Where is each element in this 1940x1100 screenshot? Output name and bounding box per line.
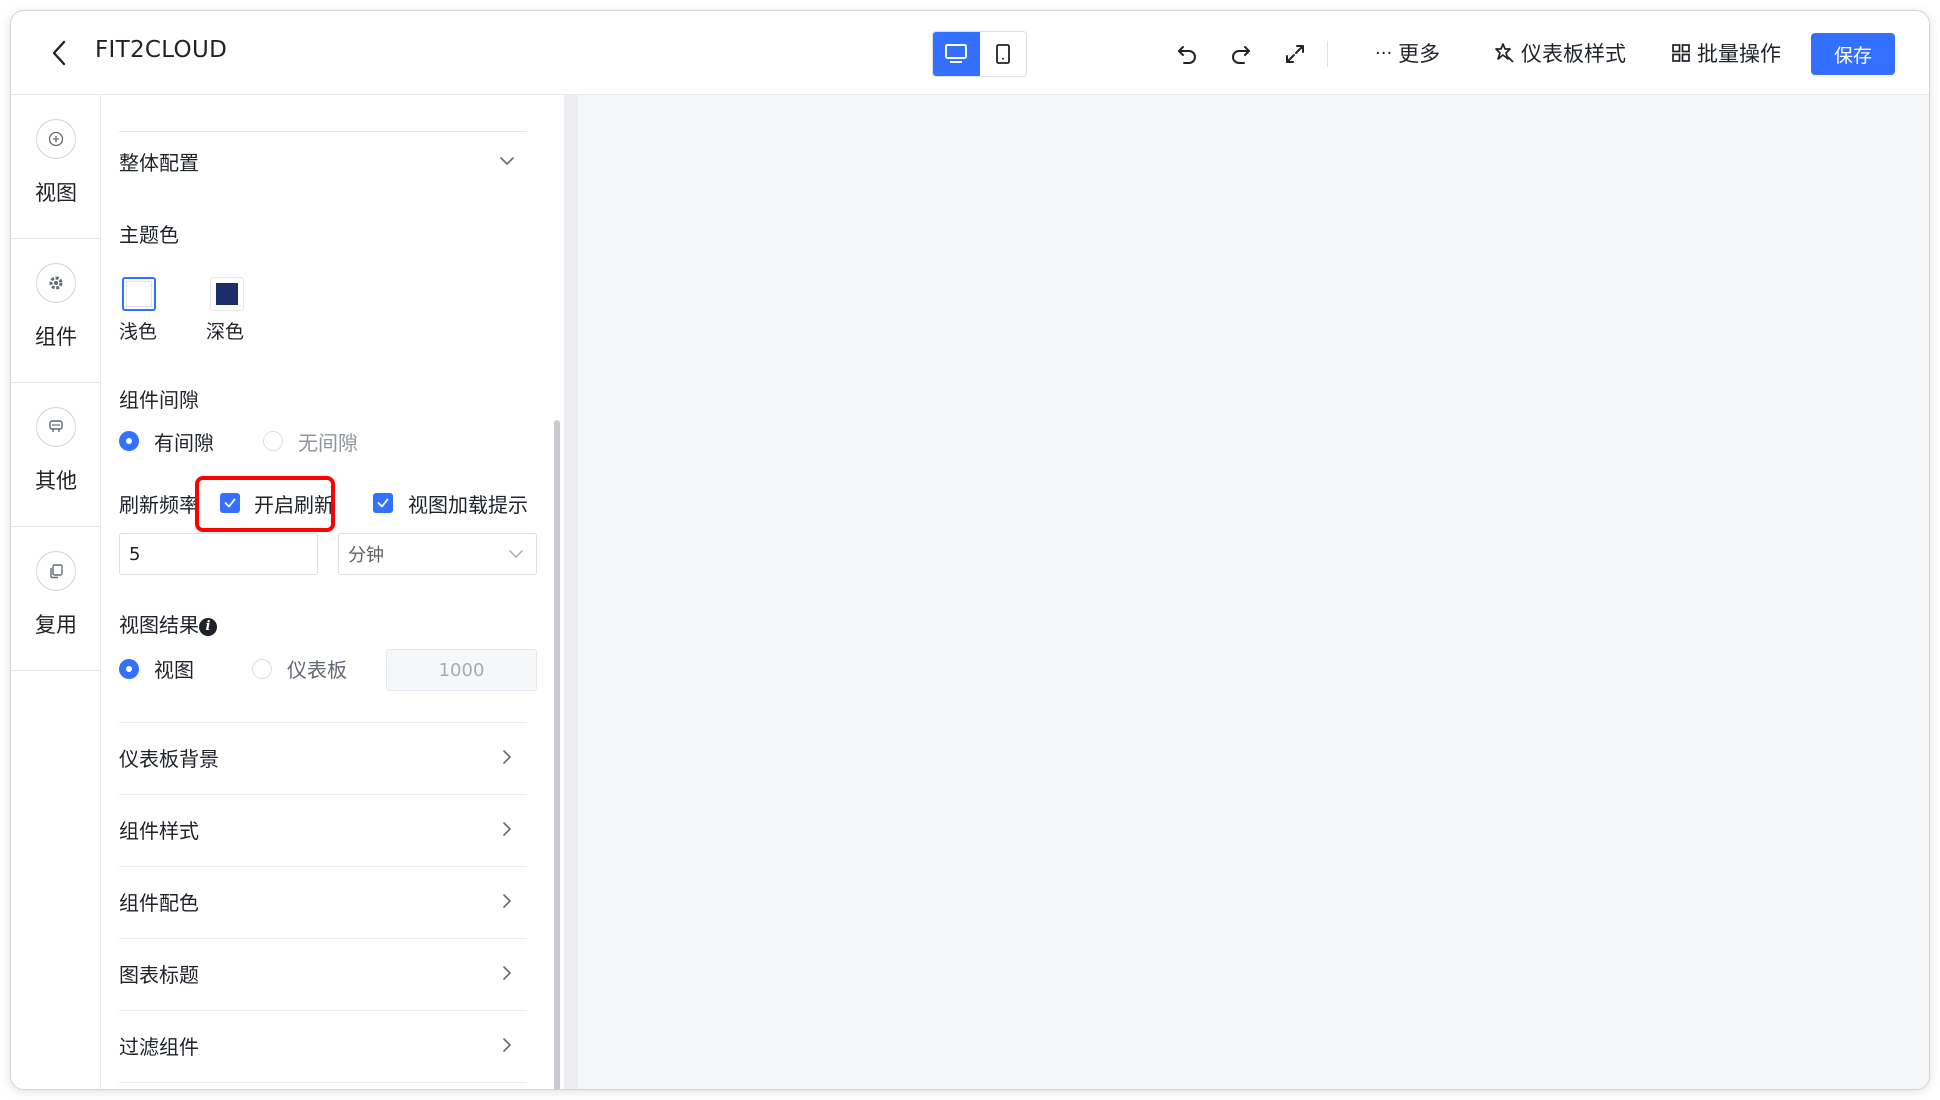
monitor-icon [945,44,968,63]
left-sidebar: 视图 组件 其他 复用 [11,95,101,1089]
config-panel: 整体配置 主题色 浅色 深色 组件间隙 有间隙 无间隙 刷新频率 开启刷新 视图… [102,95,562,1089]
mobile-mode-button[interactable] [980,32,1027,76]
theme-light-label: 浅色 [119,321,158,343]
gap-on-label[interactable]: 有间隙 [154,427,214,456]
more-dots-icon: ··· [1375,42,1393,64]
canvas-edge [564,95,578,1089]
device-mode-toggle [932,31,1027,77]
sidebar-item-label: 视图 [35,181,77,205]
chevron-right-icon[interactable] [497,819,517,839]
more-label: 更多 [1398,42,1441,66]
result-dashboard-label[interactable]: 仪表板 [287,654,347,683]
section-dashboard-background[interactable]: 仪表板背景 [119,743,219,772]
info-icon[interactable]: i [199,617,217,636]
theme-dark-swatch[interactable] [210,277,244,311]
section-filter-component[interactable]: 过滤组件 [119,1031,199,1060]
dashboard-style-button[interactable]: 仪表板样式 [1493,38,1626,68]
result-view-label[interactable]: 视图 [154,654,194,683]
check-icon [377,498,389,508]
divider [119,131,527,132]
result-view-radio[interactable] [119,659,139,679]
magic-wand-icon [1495,43,1514,63]
divider [119,866,527,867]
chevron-down-icon[interactable] [497,151,517,171]
expand-icon [1286,45,1304,63]
desktop-mode-button[interactable] [933,32,980,76]
chevron-right-icon[interactable] [497,891,517,911]
gap-off-radio[interactable] [263,431,283,451]
view-loading-hint-label[interactable]: 视图加载提示 [408,489,528,518]
sidebar-item-view[interactable]: 视图 [11,95,101,239]
chevron-right-icon[interactable] [497,1035,517,1055]
copy-icon [36,551,76,591]
theme-dark-label: 深色 [206,321,245,343]
sidebar-item-component[interactable]: 组件 [11,239,101,383]
divider [119,794,527,795]
theme-light-swatch[interactable] [122,277,156,311]
grid-icon [1672,44,1690,62]
chevron-right-icon[interactable] [497,963,517,983]
divider [119,1082,527,1083]
view-loading-hint-checkbox[interactable] [373,493,393,513]
sidebar-item-label: 组件 [35,325,77,349]
highlight-box [195,476,335,532]
undo-button[interactable] [1172,39,1202,69]
dashboard-canvas[interactable] [564,95,1929,1089]
save-button[interactable]: 保存 [1811,33,1895,75]
top-toolbar: FIT2CLOUD ··· 更多 仪表板样式 批量操作 保存 [11,11,1929,95]
refresh-unit-select[interactable]: 分钟 [338,533,537,575]
chevron-down-icon [509,550,523,559]
section-chart-title[interactable]: 图表标题 [119,959,199,988]
result-dashboard-radio[interactable] [252,659,272,679]
divider [119,722,527,723]
panel-scrollbar[interactable] [554,420,560,1089]
sidebar-item-label: 其他 [35,469,77,493]
theme-color-label: 主题色 [119,223,179,247]
chevron-right-icon[interactable] [497,747,517,767]
section-overall-config-title[interactable]: 整体配置 [119,147,199,176]
plus-circle-icon [36,119,76,159]
refresh-unit-value: 分钟 [348,545,384,566]
sidebar-item-other[interactable]: 其他 [11,383,101,527]
gear-icon [36,263,76,303]
phone-icon [995,44,1010,64]
refresh-interval-input[interactable]: 5 [119,533,318,575]
redo-button[interactable] [1226,39,1256,69]
undo-icon [1178,46,1196,64]
more-button[interactable]: ··· 更多 [1375,38,1440,68]
batch-operation-button[interactable]: 批量操作 [1671,38,1781,68]
batch-operation-label: 批量操作 [1697,42,1781,66]
fullscreen-button[interactable] [1280,39,1310,69]
redo-icon [1232,46,1250,64]
chevron-left-icon [52,40,66,66]
view-result-label: 视图结果 i [119,609,217,638]
section-component-colors[interactable]: 组件配色 [119,887,199,916]
stamp-icon [36,407,76,447]
toolbar-divider [1327,41,1328,67]
app-window: FIT2CLOUD ··· 更多 仪表板样式 批量操作 保存 视图 组件 其他 … [10,10,1930,1090]
sidebar-item-reuse[interactable]: 复用 [11,527,101,671]
component-gap-label: 组件间隙 [119,388,199,412]
result-count-input[interactable]: 1000 [386,649,537,691]
dashboard-title: FIT2CLOUD [95,37,228,63]
gap-off-label[interactable]: 无间隙 [298,427,358,456]
refresh-frequency-label: 刷新频率 [119,493,199,517]
dashboard-style-label: 仪表板样式 [1521,42,1626,66]
back-button[interactable] [41,35,77,71]
section-component-style[interactable]: 组件样式 [119,815,199,844]
divider [119,938,527,939]
divider [119,1010,527,1011]
sidebar-item-label: 复用 [35,613,77,637]
gap-on-radio[interactable] [119,431,139,451]
